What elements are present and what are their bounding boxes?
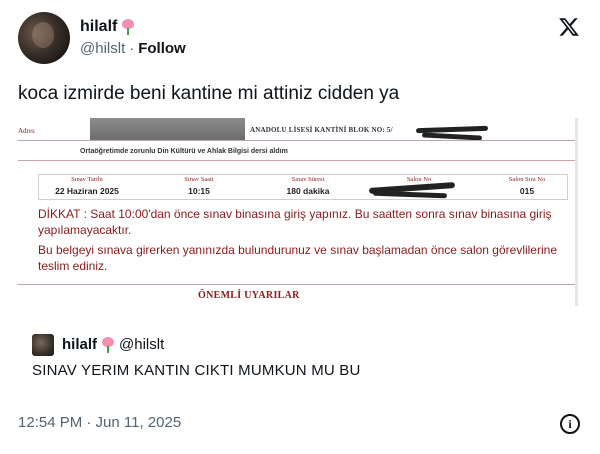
quoted-name-row: hilalf @hilslt xyxy=(62,336,164,353)
redaction-block xyxy=(90,118,245,140)
tweet-text: koca izmirde beni kantine mi attiniz cid… xyxy=(18,83,400,104)
doc-section-title: ÖNEMLİ UYARILAR xyxy=(198,290,300,301)
author-handle-row: @hilslt · Follow xyxy=(80,40,186,57)
warning-box: DİKKAT : Saat 10:00'dan önce sınav binas… xyxy=(38,206,568,274)
doc-subject: Ortaöğretimde zorunlu Din Kültürü ve Ahl… xyxy=(80,148,288,155)
quoted-text: SINAV YERIM KANTIN CIKTI MUMKUN MU BU xyxy=(32,362,361,379)
tweet-timestamp[interactable]: 12:54 PM · Jun 11, 2025 xyxy=(18,414,181,431)
separator-dot: · xyxy=(129,40,135,57)
info-cell-time: Sınav Saati 10:15 xyxy=(184,176,214,196)
x-logo-icon[interactable] xyxy=(558,16,580,38)
author-name-row: hilalf xyxy=(80,18,135,36)
tweet-header: hilalf @hilslt · Follow xyxy=(18,12,584,68)
doc-adres-label: Adres xyxy=(18,127,35,135)
follow-button[interactable]: Follow xyxy=(138,40,186,57)
quoted-tweet[interactable]: hilalf @hilslt SINAV YERIM KANTIN CIKTI … xyxy=(18,322,584,382)
exam-info-table: Sınav Tarihi 22 Haziran 2025 Sınav Saati… xyxy=(38,174,568,200)
tulip-icon xyxy=(101,336,115,353)
info-icon[interactable]: i xyxy=(560,414,580,434)
quoted-avatar xyxy=(32,334,54,356)
tulip-icon xyxy=(121,19,135,35)
tweet-media-image[interactable]: Adres ANADOLU LİSESİ KANTİNİ BLOK NO: 5/… xyxy=(18,118,578,306)
doc-divider xyxy=(18,284,575,285)
doc-divider xyxy=(18,160,575,161)
quoted-display-name: hilalf xyxy=(62,336,98,353)
author-display-name[interactable]: hilalf xyxy=(80,18,117,36)
info-cell-duration: Sınav Süresi 180 dakika xyxy=(286,176,330,196)
warning-text-1: DİKKAT : Saat 10:00'dan önce sınav binas… xyxy=(38,207,552,237)
doc-divider xyxy=(18,140,575,141)
author-avatar[interactable] xyxy=(18,12,70,64)
info-cell-seat: Salon Sıra No 015 xyxy=(508,176,546,196)
info-cell-date: Sınav Tarihi 22 Haziran 2025 xyxy=(55,176,119,196)
doc-school-line: ANADOLU LİSESİ KANTİNİ BLOK NO: 5/ xyxy=(250,126,393,134)
warning-text-2: Bu belgeyi sınava girerken yanınızda bul… xyxy=(38,243,557,273)
quoted-handle: @hilslt xyxy=(119,336,165,353)
author-handle[interactable]: @hilslt xyxy=(80,40,125,57)
